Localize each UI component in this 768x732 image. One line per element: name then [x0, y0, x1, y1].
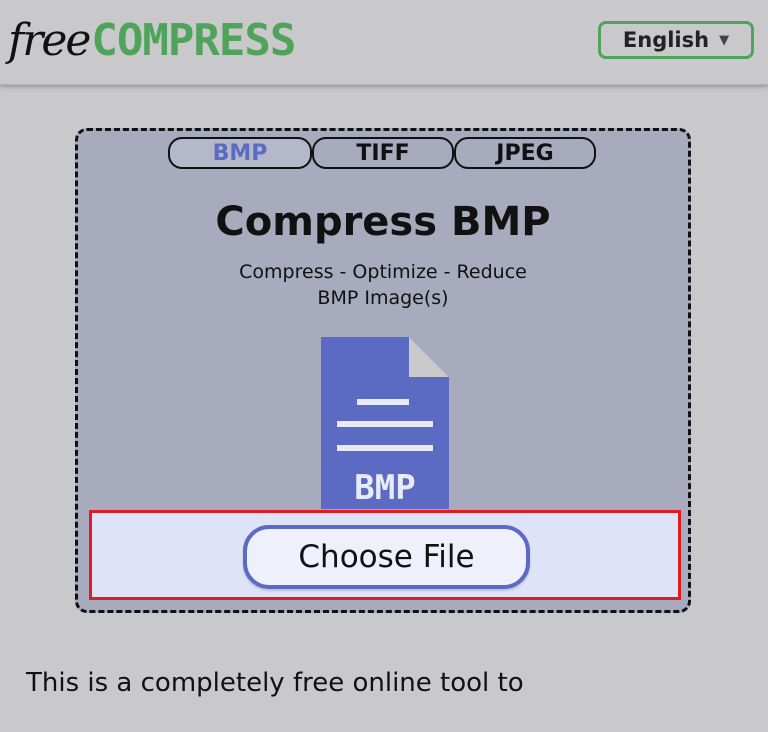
chevron-down-icon: ▼: [719, 32, 730, 48]
site-header: free COMPRESS English ▼: [0, 0, 768, 85]
logo-compress-text: COMPRESS: [91, 15, 296, 66]
tab-tiff[interactable]: TIFF: [312, 137, 454, 169]
intro-text: This is a completely free online tool to: [26, 668, 524, 698]
choose-file-button[interactable]: Choose File: [243, 525, 530, 589]
page-subtitle: Compress - Optimize - Reduce BMP Image(s…: [78, 259, 688, 311]
file-icon-label: BMP: [354, 468, 415, 508]
tab-bmp[interactable]: BMP: [168, 137, 312, 169]
page-title: Compress BMP: [215, 199, 551, 245]
file-icon: BMP: [321, 337, 449, 509]
logo-free-text: free: [8, 15, 91, 66]
language-label: English: [622, 28, 710, 52]
subtitle-line-1: Compress - Optimize - Reduce: [239, 261, 527, 283]
subtitle-line-2: BMP Image(s): [317, 287, 449, 309]
tab-jpeg[interactable]: JPEG: [454, 137, 596, 169]
site-logo[interactable]: free COMPRESS: [8, 6, 296, 76]
choose-file-area[interactable]: Choose File: [89, 510, 681, 600]
language-selector[interactable]: English ▼: [598, 21, 754, 59]
format-tabs: BMP TIFF JPEG: [168, 137, 596, 169]
